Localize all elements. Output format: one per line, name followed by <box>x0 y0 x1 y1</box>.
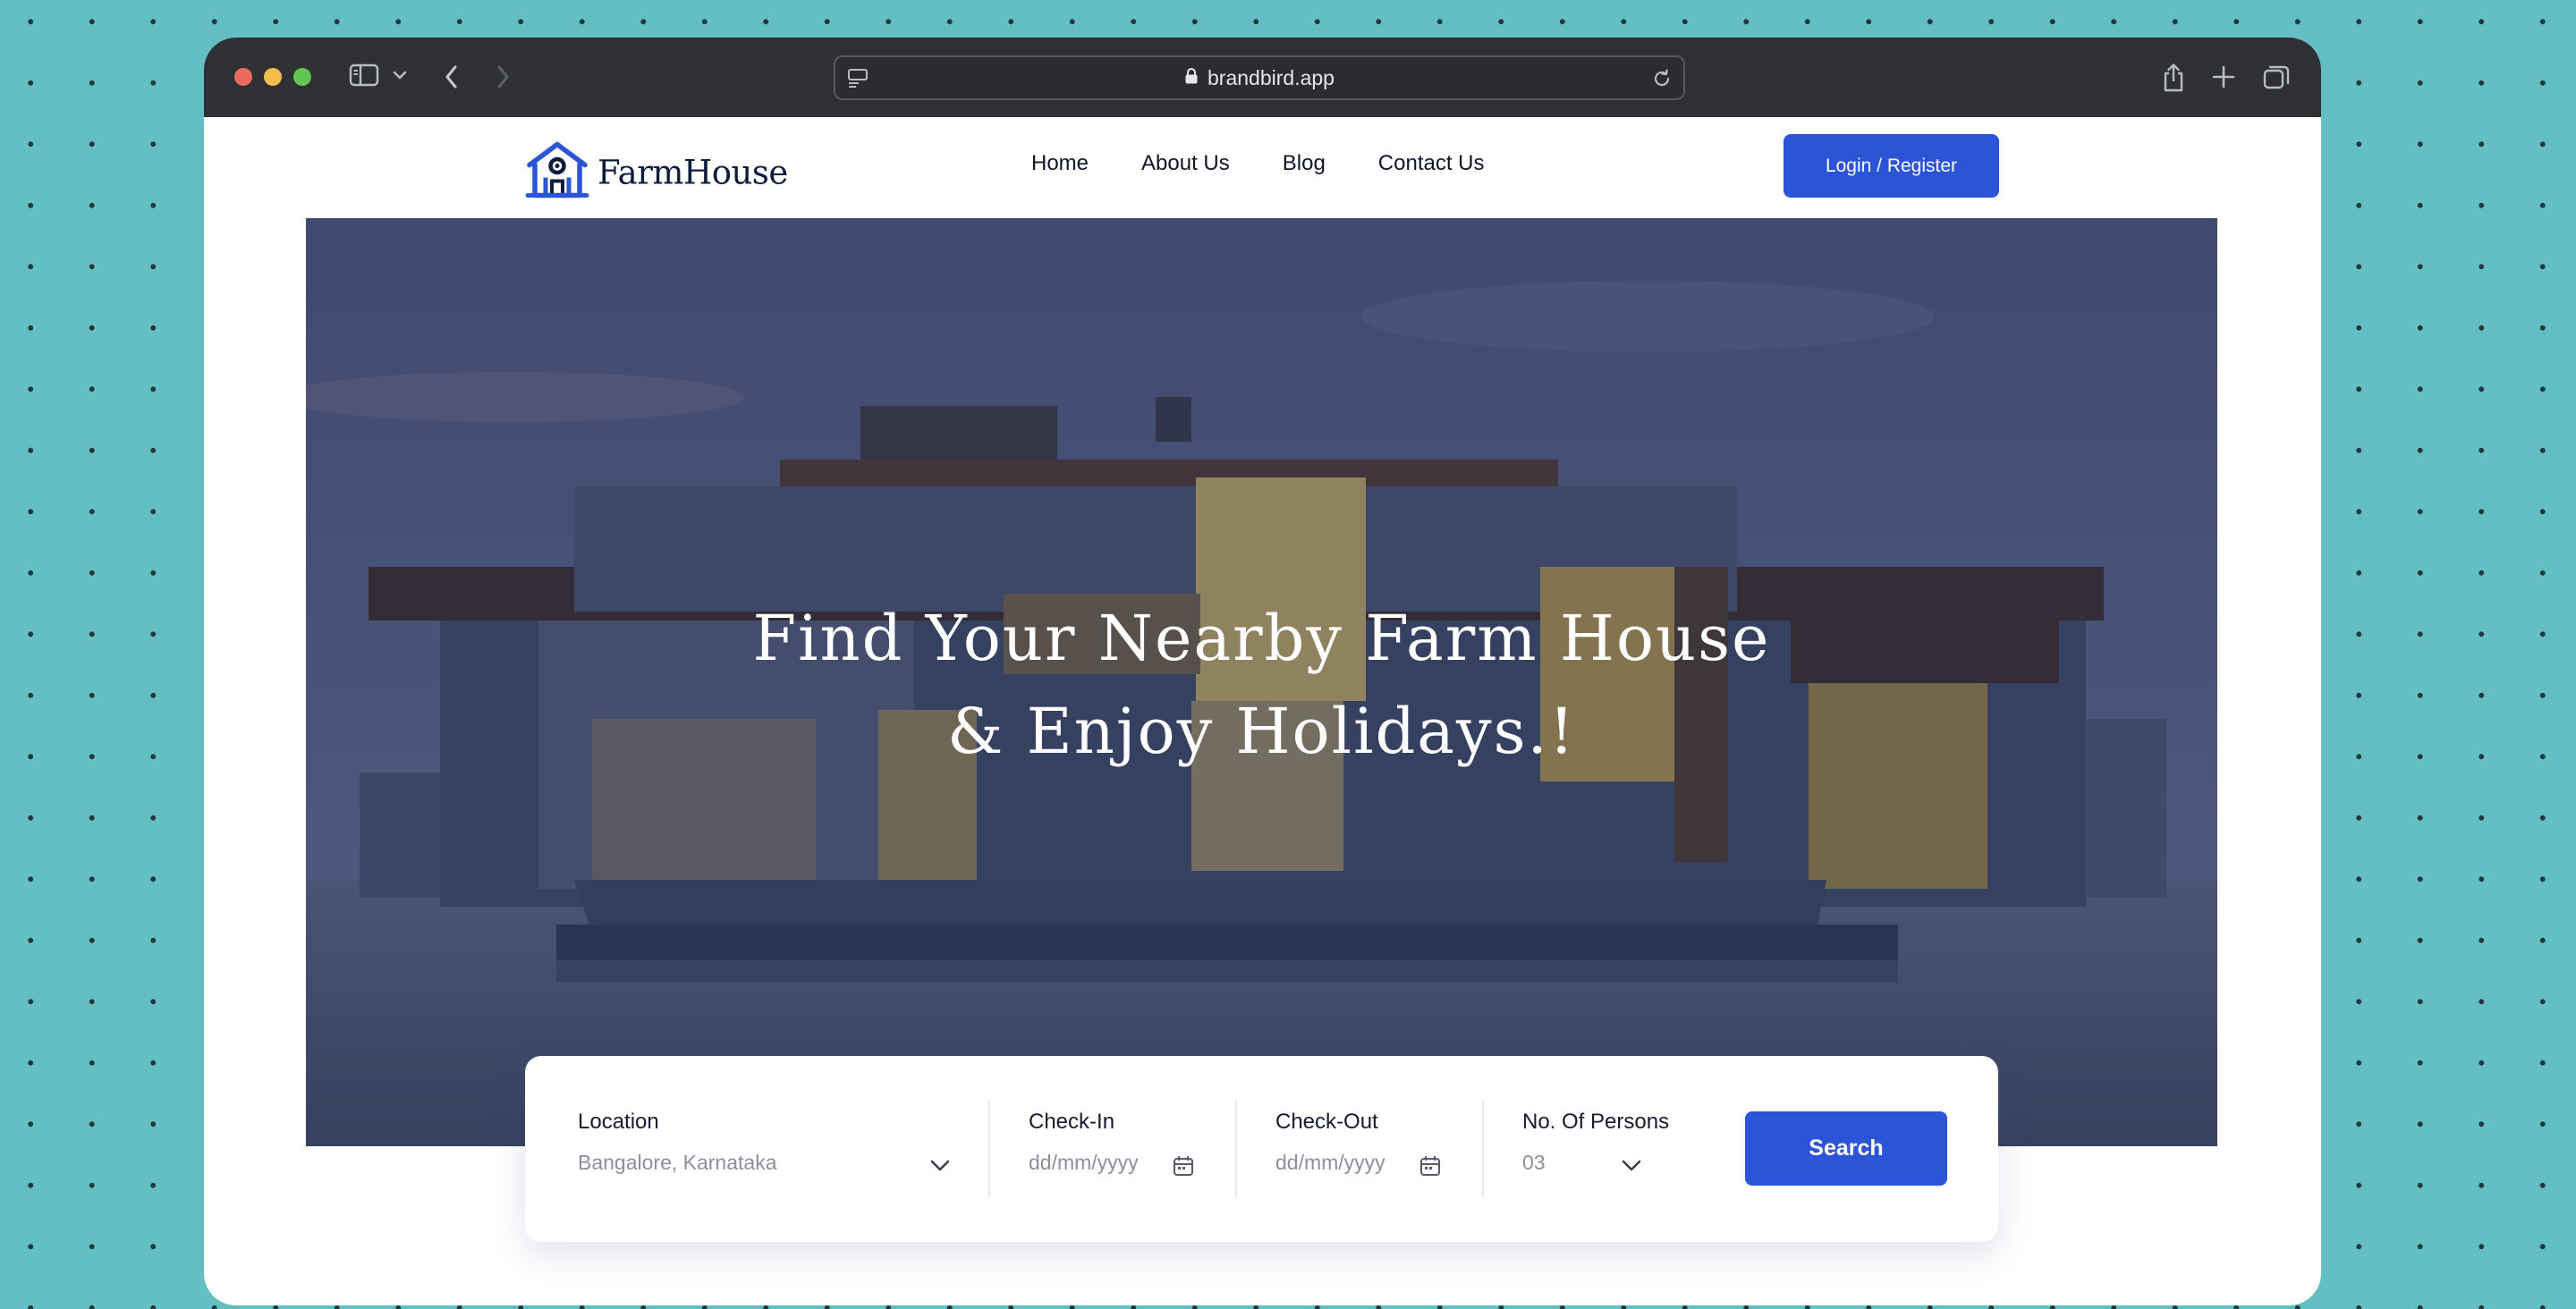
checkin-label: Check-In <box>1029 1110 1115 1134</box>
reload-icon[interactable] <box>1651 68 1673 89</box>
divider <box>1235 1101 1237 1197</box>
site-logo[interactable]: FarmHouse <box>524 141 788 204</box>
checkin-field[interactable]: Check-In dd/mm/yyyy <box>1029 1110 1208 1176</box>
zoom-window-button[interactable] <box>293 68 311 86</box>
persons-label: No. Of Persons <box>1522 1110 1670 1134</box>
checkout-label: Check-Out <box>1275 1110 1378 1134</box>
brand-name: FarmHouse <box>597 153 788 192</box>
nav-link-contact-us[interactable]: Contact Us <box>1378 151 1485 176</box>
search-button[interactable]: Search <box>1745 1111 1947 1186</box>
calendar-icon[interactable] <box>1419 1154 1442 1182</box>
plus-icon[interactable] <box>2212 65 2235 89</box>
url-text: brandbird.app <box>1208 65 1335 89</box>
location-field[interactable]: Location Bangalore, Karnataka <box>578 1110 955 1174</box>
search-form: Location Bangalore, Karnataka Check-In d… <box>525 1056 1998 1242</box>
divider <box>1482 1101 1484 1197</box>
chevron-down-icon[interactable] <box>1621 1158 1642 1177</box>
divider <box>988 1101 990 1197</box>
nav-link-about-us[interactable]: About Us <box>1141 151 1230 176</box>
calendar-icon[interactable] <box>1172 1154 1195 1182</box>
hero-headline: Find Your Nearby Farm House & Enjoy Holi… <box>306 592 2217 778</box>
house-logo-icon <box>524 141 590 204</box>
browser-window: brandbird.app FarmHouse Home About Us Bl… <box>204 38 2321 1305</box>
site-header: FarmHouse Home About Us Blog Contact Us … <box>204 117 2321 219</box>
checkout-field[interactable]: Check-Out dd/mm/yyyy <box>1275 1110 1454 1176</box>
share-icon[interactable] <box>2161 63 2186 93</box>
main-nav: Home About Us Blog Contact Us <box>1031 151 1538 176</box>
nav-link-blog[interactable]: Blog <box>1283 151 1326 176</box>
chevron-down-icon[interactable] <box>929 1158 951 1177</box>
address-bar[interactable]: brandbird.app <box>834 55 1685 100</box>
browser-toolbar: brandbird.app <box>204 38 2321 117</box>
checkout-input[interactable]: dd/mm/yyyy <box>1275 1151 1385 1175</box>
back-arrow-icon[interactable] <box>444 63 460 90</box>
hero-title-line-2: & Enjoy Holidays.! <box>947 695 1576 768</box>
forward-arrow-icon[interactable] <box>495 63 511 90</box>
persons-field[interactable]: No. Of Persons 03 <box>1522 1110 1701 1174</box>
sidebar-icon[interactable] <box>349 63 379 88</box>
lock-icon <box>1184 66 1199 90</box>
location-label: Location <box>578 1110 659 1134</box>
minimize-window-button[interactable] <box>264 68 282 86</box>
location-select[interactable]: Bangalore, Karnataka <box>578 1151 777 1175</box>
hero-banner: Find Your Nearby Farm House & Enjoy Holi… <box>306 218 2217 1146</box>
nav-link-home[interactable]: Home <box>1031 151 1089 176</box>
hero-title-line-1: Find Your Nearby Farm House <box>752 602 1771 675</box>
tabs-icon[interactable] <box>2262 63 2291 90</box>
close-window-button[interactable] <box>234 68 252 86</box>
persons-select[interactable]: 03 <box>1522 1151 1546 1175</box>
chevron-down-icon[interactable] <box>393 70 407 80</box>
login-register-button[interactable]: Login / Register <box>1784 134 1999 198</box>
checkin-input[interactable]: dd/mm/yyyy <box>1029 1151 1139 1175</box>
